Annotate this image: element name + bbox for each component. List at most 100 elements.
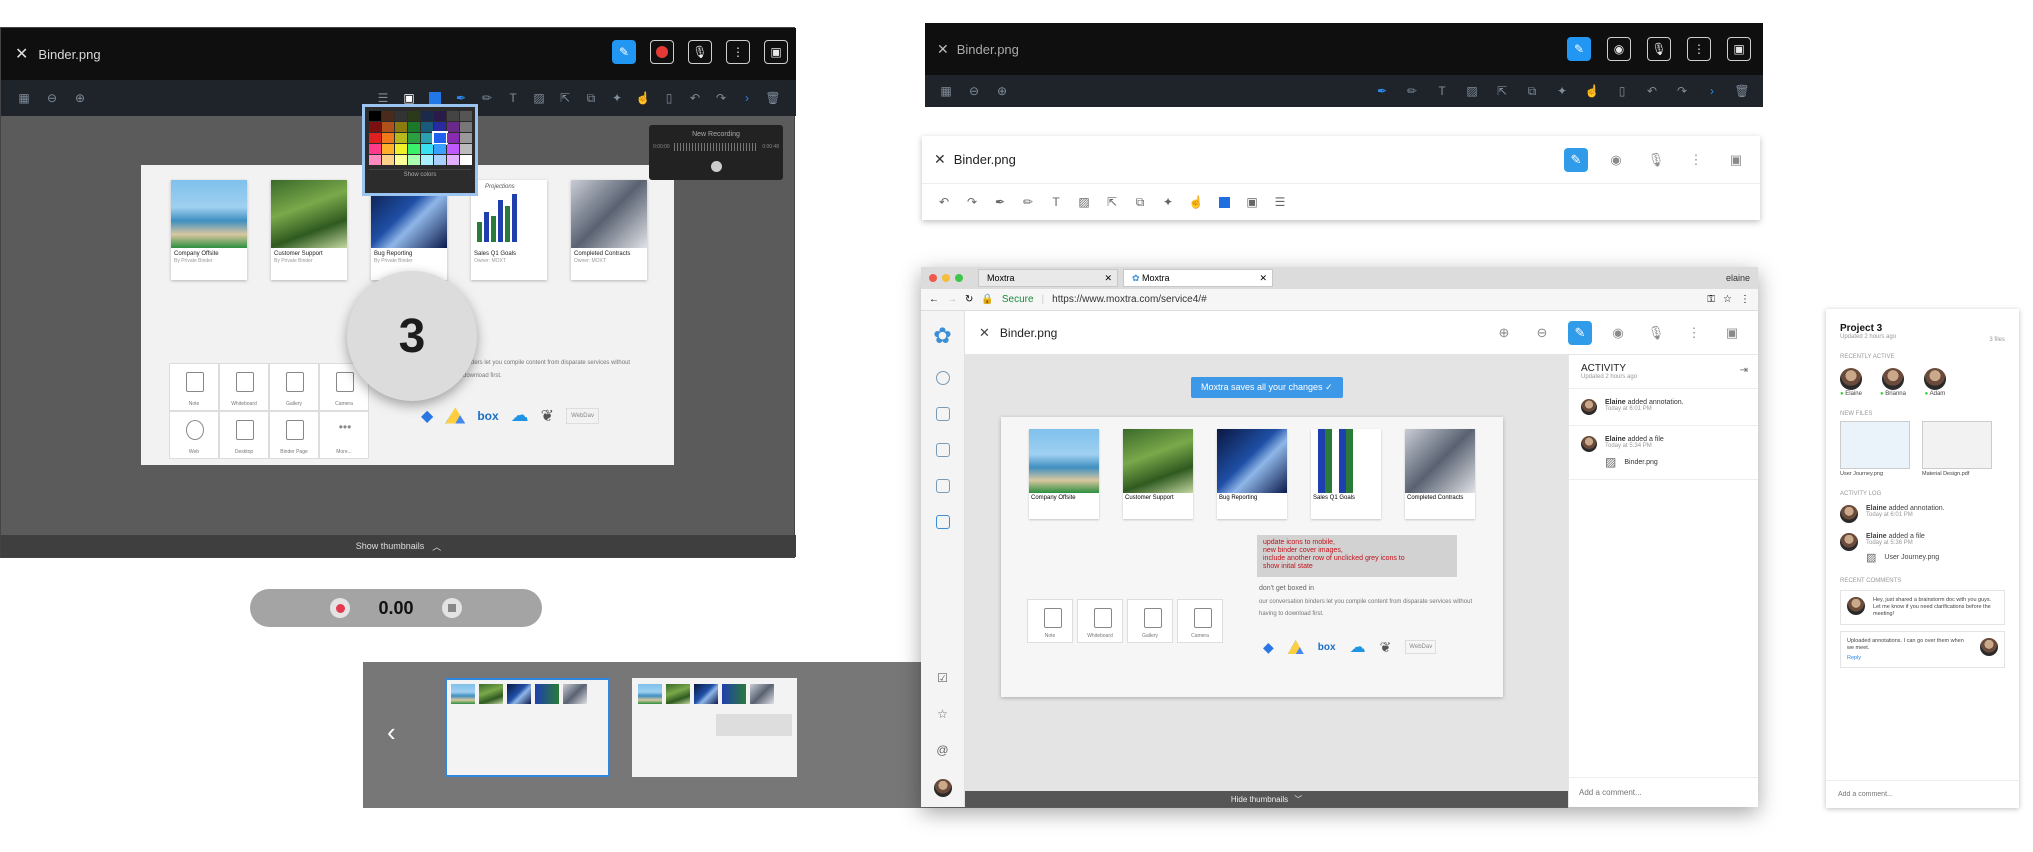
text-icon[interactable]: T — [504, 89, 522, 107]
image-icon[interactable]: ▨ — [530, 89, 548, 107]
avatar[interactable] — [933, 779, 952, 797]
add-whiteboard[interactable]: Whiteboard — [1077, 599, 1123, 643]
redo-icon[interactable]: ↷ — [712, 89, 730, 107]
zoom-in-button[interactable]: ⊕ — [1492, 321, 1516, 345]
close-icon[interactable]: ✕ — [934, 151, 946, 168]
add-more[interactable]: ••• More... — [319, 411, 369, 459]
save-button[interactable]: ▣ — [1720, 321, 1744, 345]
annotate-button[interactable]: ✎ — [1564, 147, 1588, 172]
binder-icon[interactable] — [935, 407, 950, 421]
reload-icon[interactable]: ↻ — [965, 294, 973, 305]
box-icon[interactable]: box — [1318, 642, 1336, 653]
annotate-button[interactable]: ✎ — [1567, 37, 1591, 61]
undo-icon[interactable]: ↶ — [934, 192, 954, 212]
image-icon[interactable]: ▨ — [1074, 192, 1094, 212]
next-icon[interactable]: › — [1703, 82, 1721, 100]
add-gallery[interactable]: Gallery — [269, 363, 319, 411]
contacts-icon[interactable] — [935, 443, 950, 457]
arrow-box-icon[interactable]: ⇱ — [1102, 192, 1122, 212]
browser-tab-1[interactable]: Moxtra ✕ — [978, 269, 1118, 287]
key-icon[interactable]: ⚿ — [1707, 294, 1715, 305]
comment-input[interactable] — [1569, 777, 1758, 807]
show-thumbnails-bar[interactable]: Show thumbnails ︿ — [1, 535, 796, 557]
voice-button[interactable]: 🎙 — [1644, 321, 1668, 345]
thumbnail-2[interactable] — [632, 678, 797, 777]
pointer-icon[interactable]: ☝ — [1583, 82, 1601, 100]
shapes-icon[interactable]: ⧉ — [1523, 82, 1541, 100]
pen-tool-icon[interactable]: ✒ — [990, 192, 1010, 212]
record-button[interactable]: ◉ — [1604, 148, 1628, 172]
back-icon[interactable]: ← — [929, 294, 939, 305]
tile-sales-goals[interactable]: Sales Q1 Goals — [1311, 429, 1381, 519]
window-minimize-dot[interactable] — [942, 274, 950, 282]
webdav-icon[interactable]: WebDav — [566, 407, 599, 424]
at-icon[interactable]: @ — [936, 743, 948, 757]
stop-icon[interactable] — [441, 598, 462, 618]
record-button[interactable]: ◉ — [1606, 321, 1630, 345]
tile-company-offsite[interactable]: Company Offsite By Private Binder — [171, 180, 247, 280]
log-file[interactable]: ▨ User Journey.png — [1866, 551, 1939, 564]
chat-icon[interactable] — [935, 371, 950, 385]
pointer-icon[interactable]: ☝ — [1186, 192, 1206, 212]
zoom-in-icon[interactable]: ⊕ — [71, 89, 89, 107]
tile-completed-contracts[interactable]: Completed Contracts Owner: MOXT — [571, 180, 647, 280]
lines-icon[interactable]: ☰ — [1270, 192, 1290, 212]
annotate-button[interactable]: ✎ — [612, 40, 636, 64]
menu-icon[interactable]: ⋮ — [1740, 294, 1750, 305]
voice-button[interactable]: 🎙 — [1644, 148, 1668, 172]
shapes-icon[interactable]: ⧉ — [582, 89, 600, 107]
redo-icon[interactable]: ↷ — [1673, 82, 1691, 100]
reply-link[interactable]: Reply — [1847, 655, 1972, 661]
checkbox-icon[interactable]: ☑ — [937, 671, 948, 685]
hide-thumbnails-bar[interactable]: Hide thumbnails ﹀ — [965, 791, 1568, 807]
add-desktop[interactable]: Desktop — [219, 411, 269, 459]
record-play-icon[interactable] — [711, 161, 722, 172]
magic-icon[interactable]: ✦ — [608, 89, 626, 107]
color-grid[interactable] — [369, 111, 472, 165]
browser-tab-2[interactable]: ✿ Moxtra ✕ — [1123, 269, 1273, 287]
text-icon[interactable]: T — [1433, 82, 1451, 100]
text-icon[interactable]: T — [1046, 192, 1066, 212]
redo-icon[interactable]: ↷ — [962, 192, 982, 212]
add-note[interactable]: Note — [169, 363, 219, 411]
image-icon[interactable]: ▨ — [1463, 82, 1481, 100]
close-icon[interactable]: ✕ — [15, 44, 28, 64]
save-button[interactable]: ▣ — [1724, 148, 1748, 172]
add-web[interactable]: Web — [169, 411, 219, 459]
save-button[interactable]: ▣ — [764, 40, 788, 64]
save-button[interactable]: ▣ — [1727, 37, 1751, 61]
pointer-icon[interactable]: ☝ — [634, 89, 652, 107]
add-binder-page[interactable]: Binder Page — [269, 411, 319, 459]
file-material-design[interactable]: Material Design.pdf — [1922, 421, 1992, 477]
voice-button[interactable]: 🎙 — [688, 40, 712, 64]
moxtra-logo-icon[interactable]: ✿ — [933, 323, 951, 349]
record-button[interactable]: ◉ — [1607, 37, 1631, 61]
record-icon[interactable] — [330, 598, 351, 618]
person-brianna[interactable]: ● Brianna — [1880, 368, 1906, 397]
onedrive-icon[interactable]: ☁ — [1350, 637, 1366, 657]
marker-icon[interactable]: ✏ — [1403, 82, 1421, 100]
undo-icon[interactable]: ↶ — [1643, 82, 1661, 100]
pen-tool-icon[interactable]: ✒ — [1373, 82, 1391, 100]
arrow-box-icon[interactable]: ⇱ — [1493, 82, 1511, 100]
annotate-button[interactable]: ✎ — [1568, 320, 1592, 345]
more-button[interactable]: ⋮ — [726, 40, 750, 64]
calendar-icon[interactable] — [935, 479, 950, 493]
star-icon[interactable]: ☆ — [937, 707, 948, 721]
arrow-box-icon[interactable]: ⇱ — [556, 89, 574, 107]
add-note[interactable]: Note — [1027, 599, 1073, 643]
collapse-panel-icon[interactable]: ⇥ — [1740, 365, 1748, 376]
star-icon[interactable]: ☆ — [1723, 294, 1732, 305]
record-button[interactable] — [650, 40, 674, 64]
window-maximize-dot[interactable] — [955, 274, 963, 282]
add-camera[interactable]: Camera — [1177, 599, 1223, 643]
person-elaine[interactable]: ● Elaine — [1840, 368, 1862, 397]
grid-icon[interactable]: ▦ — [15, 89, 33, 107]
tile-bug-reporting[interactable]: Bug Reporting — [1217, 429, 1287, 519]
activity-file[interactable]: ▨ Binder.png — [1605, 455, 1664, 469]
annotation-box[interactable]: update icons to mobile, new binder cover … — [1257, 535, 1457, 577]
mobile-icon[interactable]: ▯ — [660, 89, 678, 107]
trash-icon[interactable]: 🗑 — [764, 89, 782, 107]
box-icon[interactable]: box — [477, 409, 498, 423]
show-colors-link[interactable]: Show colors — [369, 169, 471, 178]
